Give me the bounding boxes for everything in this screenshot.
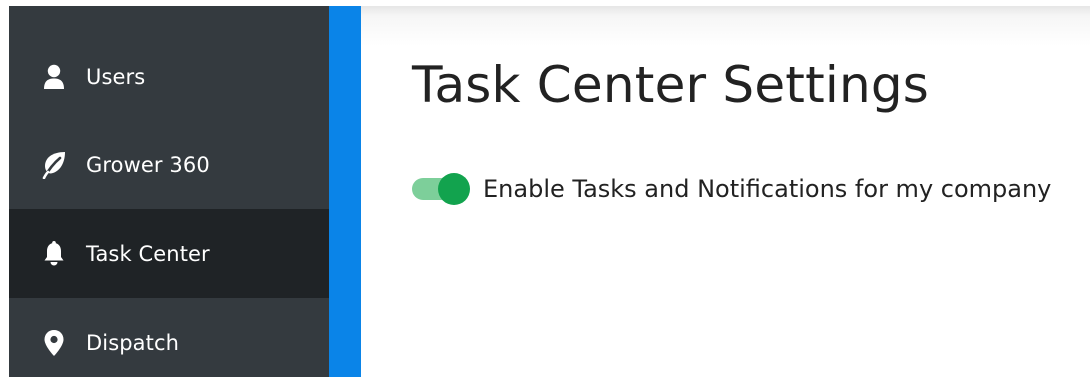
main-content: Task Center Settings Enable Tasks and No… xyxy=(361,6,1090,377)
sidebar-item-label: Dispatch xyxy=(86,330,180,355)
leaf-icon xyxy=(39,150,69,180)
enable-tasks-toggle[interactable] xyxy=(412,173,470,205)
sidebar-item-users[interactable]: Users xyxy=(9,6,329,120)
sidebar-item-label: Users xyxy=(86,65,146,89)
sidebar-accent-bar xyxy=(329,6,361,377)
header-shadow xyxy=(361,6,1090,46)
enable-tasks-label: Enable Tasks and Notifications for my co… xyxy=(483,175,1052,203)
sidebar: Users Grower 360 Task Center Dispatch xyxy=(9,6,329,377)
page-title: Task Center Settings xyxy=(412,56,930,114)
user-icon xyxy=(39,62,69,92)
setting-row-enable-tasks: Enable Tasks and Notifications for my co… xyxy=(412,173,1051,205)
sidebar-item-label: Grower 360 xyxy=(86,152,210,177)
app-window: Users Grower 360 Task Center Dispatch Ta… xyxy=(0,0,1090,377)
map-pin-icon xyxy=(39,328,69,358)
sidebar-item-task-center[interactable]: Task Center xyxy=(9,209,329,298)
sidebar-item-label: Task Center xyxy=(86,241,210,266)
sidebar-item-dispatch[interactable]: Dispatch xyxy=(9,298,329,377)
bell-icon xyxy=(39,239,69,269)
sidebar-item-grower-360[interactable]: Grower 360 xyxy=(9,120,329,209)
left-gutter xyxy=(0,0,9,377)
toggle-knob xyxy=(438,173,470,205)
